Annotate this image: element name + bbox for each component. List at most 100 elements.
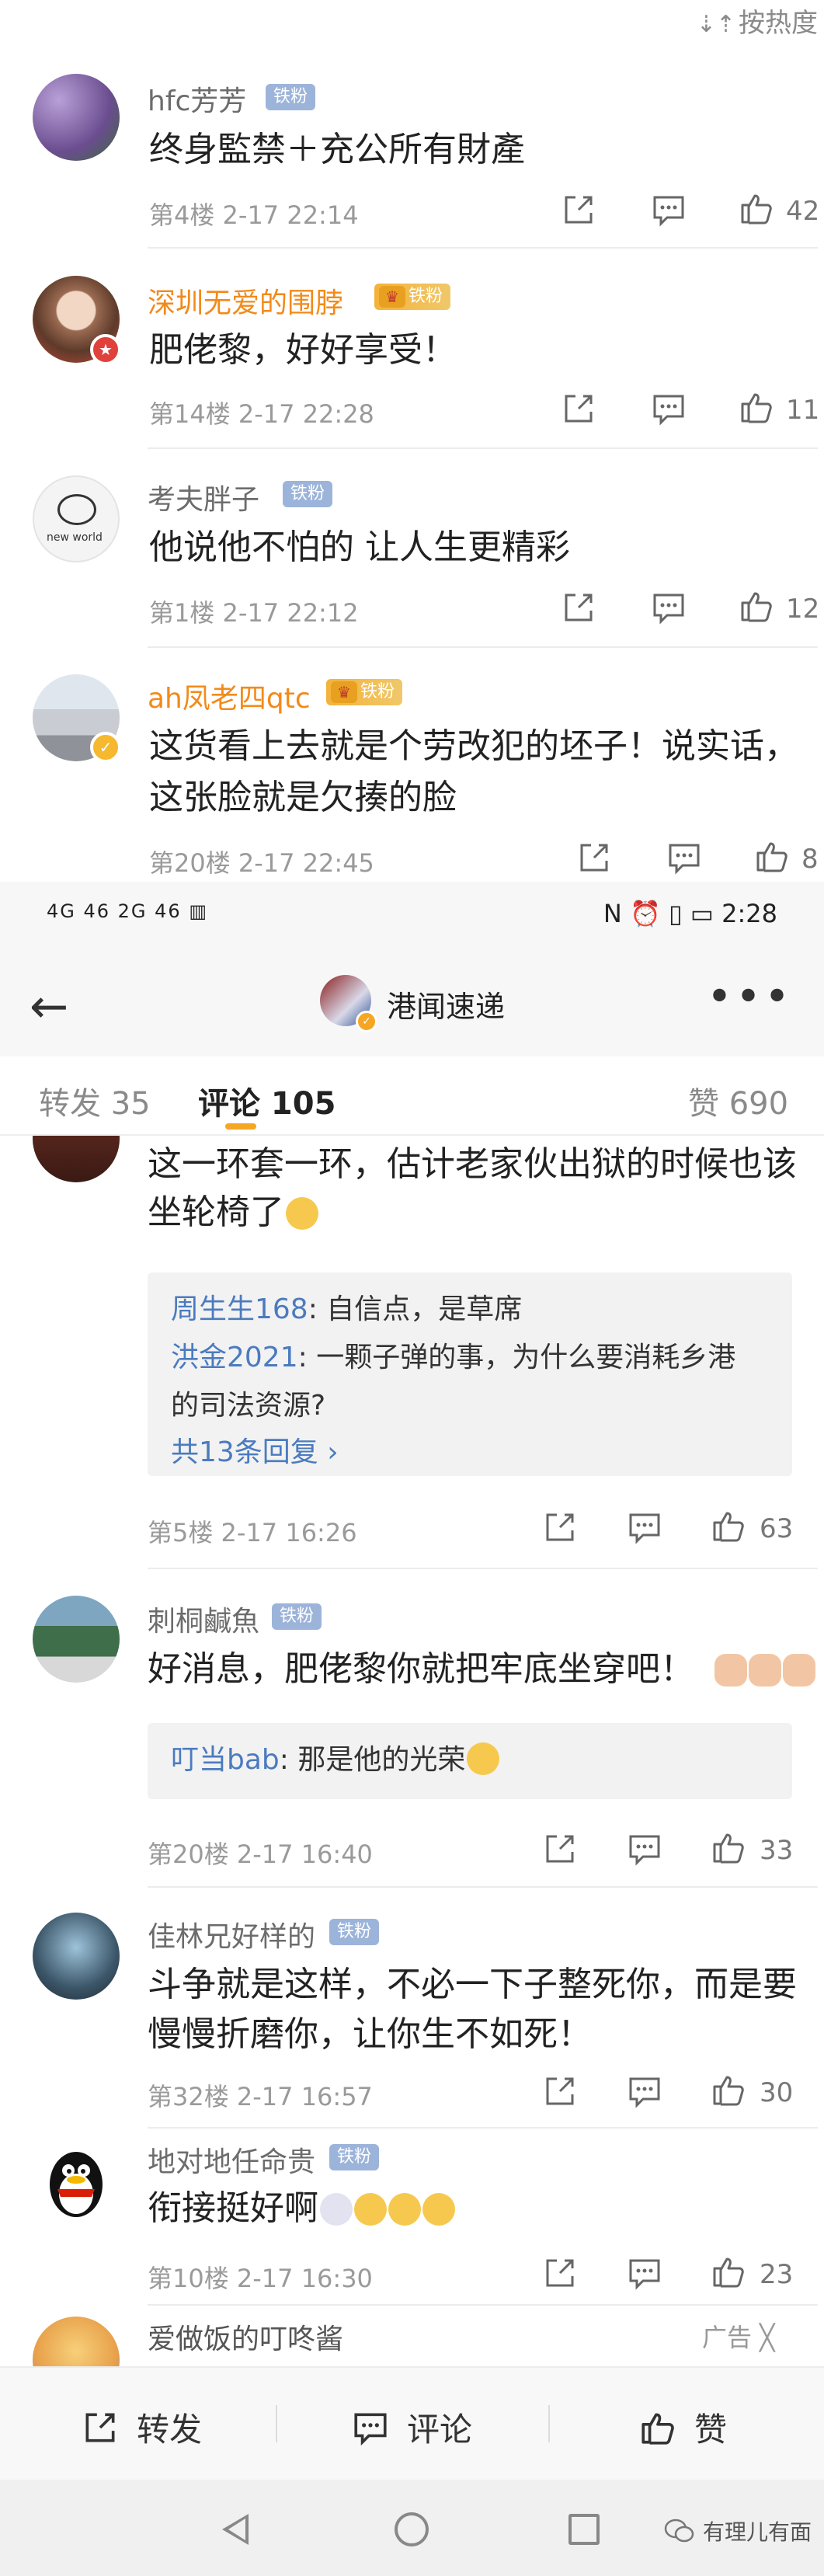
avatar[interactable] xyxy=(33,1136,120,1182)
like-icon[interactable] xyxy=(710,1829,747,1866)
like-icon[interactable] xyxy=(738,388,775,426)
share-icon[interactable] xyxy=(541,2254,579,2292)
reply-author[interactable]: 周生生168 xyxy=(171,1293,308,1325)
comment-text-line: 坐轮椅了 xyxy=(148,1192,284,1232)
share-icon[interactable] xyxy=(541,1830,579,1868)
divider xyxy=(148,1568,818,1569)
avatar[interactable] xyxy=(33,2138,120,2225)
tab-comment[interactable]: 评论 105 xyxy=(198,1078,336,1123)
like-icon[interactable] xyxy=(710,2253,747,2290)
share-icon[interactable] xyxy=(560,390,597,427)
laughing-tears-emoji-icon xyxy=(388,2193,421,2226)
tab-repost[interactable]: 转发 35 xyxy=(39,1078,151,1123)
fan-badge-label: 铁粉 xyxy=(409,287,443,306)
avatar[interactable] xyxy=(33,2317,120,2366)
username[interactable]: 刺桐鹹魚 xyxy=(148,1599,259,1639)
like-icon[interactable] xyxy=(753,837,791,875)
reply-icon[interactable] xyxy=(626,2254,663,2292)
clapping-emoji-icon xyxy=(749,1654,781,1687)
like-icon[interactable] xyxy=(738,190,775,227)
avatar[interactable] xyxy=(33,1913,120,2000)
comments-section-top: ⇣⇡ 按热度 hfc芳芳 铁粉 终身監禁＋充公所有財產 第4楼 2-17 22:1… xyxy=(0,0,824,882)
home-nav-icon[interactable] xyxy=(395,2512,429,2546)
like-button[interactable]: 赞 xyxy=(638,2404,727,2451)
like-count: 8 xyxy=(801,844,819,875)
reply-icon[interactable] xyxy=(666,839,703,876)
fan-badge-label: 铁粉 xyxy=(360,682,395,701)
verified-badge-icon: ★ xyxy=(90,334,121,365)
reply-line: 周生生168: 自信点，是草席 xyxy=(171,1286,522,1333)
username[interactable]: 佳林兄好样的 xyxy=(148,1914,315,1955)
reply-icon[interactable] xyxy=(626,1509,663,1546)
crown-icon: ♛ xyxy=(379,286,405,308)
username[interactable]: hfc芳芳 xyxy=(148,78,246,119)
tab-like[interactable]: 赞 690 xyxy=(688,1078,788,1123)
reply-icon[interactable] xyxy=(626,1830,663,1868)
comment-text: 衔接挺好啊 xyxy=(148,2183,455,2234)
share-icon[interactable] xyxy=(575,839,613,876)
tab-bar: 转发 35 评论 105 赞 690 xyxy=(0,1057,824,1134)
comment-text: 终身監禁＋充公所有財產 xyxy=(149,130,525,169)
like-icon xyxy=(641,2413,674,2445)
comment-button[interactable]: 评论 xyxy=(351,2404,472,2451)
more-replies-link[interactable]: 共13条回复 › xyxy=(171,1429,339,1476)
fan-badge: ♛ 铁粉 xyxy=(374,284,451,310)
comment-text: 肥佬黎，好好享受！ xyxy=(149,330,457,370)
share-icon[interactable] xyxy=(541,1509,579,1546)
share-icon[interactable] xyxy=(560,589,597,626)
repost-button[interactable]: 转发 xyxy=(81,2404,202,2451)
comment-text-line: 衔接挺好啊 xyxy=(148,2188,318,2228)
like-count: 42 xyxy=(786,196,820,227)
like-count: 12 xyxy=(786,594,820,625)
page-title[interactable]: 港闻速递 xyxy=(387,983,505,1025)
divider xyxy=(148,247,818,249)
reply-icon[interactable] xyxy=(626,2073,663,2110)
recents-nav-icon[interactable] xyxy=(568,2514,600,2545)
reply-box[interactable]: 叮当bab: 那是他的光荣 xyxy=(148,1723,792,1799)
comment-text: 好消息，肥佬黎你就把牢底坐穿吧！ xyxy=(148,1644,815,1695)
reply-author[interactable]: 洪金2021 xyxy=(171,1342,298,1373)
share-icon[interactable] xyxy=(541,2073,579,2110)
username[interactable]: 考夫胖子 xyxy=(148,477,259,517)
ad-label[interactable]: 广告 ╳ xyxy=(702,2318,774,2354)
clapping-emoji-icon xyxy=(714,1654,747,1687)
avatar[interactable] xyxy=(33,74,120,161)
avatar[interactable] xyxy=(33,1596,120,1683)
dizzy-emoji-icon xyxy=(320,2193,353,2226)
avatar[interactable]: new world xyxy=(33,475,120,562)
reply-text: : 那是他的光荣 xyxy=(279,1744,466,1776)
share-icon xyxy=(85,2413,115,2442)
wechat-icon xyxy=(664,2519,694,2543)
username[interactable]: ah凤老四qtc xyxy=(148,676,311,716)
reply-icon[interactable] xyxy=(650,589,687,626)
share-icon[interactable] xyxy=(560,191,597,228)
repost-label: 转发 xyxy=(137,2411,203,2449)
like-icon[interactable] xyxy=(710,1507,747,1544)
fan-badge: 铁粉 xyxy=(329,1919,380,1945)
like-icon[interactable] xyxy=(710,2071,747,2108)
laughing-tears-emoji-icon xyxy=(467,1742,500,1775)
reply-icon[interactable] xyxy=(650,390,687,427)
reply-line: 的司法资源? xyxy=(171,1390,326,1422)
back-nav-icon[interactable] xyxy=(222,2514,249,2545)
pig-drawing xyxy=(57,494,96,525)
username[interactable]: 爱做饭的叮咚酱 xyxy=(148,2317,343,2357)
reply-icon[interactable] xyxy=(650,191,687,228)
like-icon[interactable] xyxy=(738,587,775,625)
fan-badge: 铁粉 xyxy=(283,481,333,507)
back-arrow-icon[interactable]: ← xyxy=(30,980,68,1034)
comment-meta: 第32楼 2-17 16:57 xyxy=(148,2082,373,2111)
verified-badge-icon: ✓ xyxy=(356,1011,377,1032)
divider xyxy=(148,646,818,648)
avatar-caption: new world xyxy=(47,531,103,544)
comment-text-line: 好消息，肥佬黎你就把牢底坐穿吧！ xyxy=(148,1649,694,1689)
reply-box[interactable]: 周生生168: 自信点，是草席 洪金2021: 一颗子弹的事，为什么要消耗乡港 … xyxy=(148,1272,792,1476)
username[interactable]: 地对地任命贵 xyxy=(148,2139,315,2180)
username[interactable]: 深圳无爱的围脖 xyxy=(148,280,343,321)
fan-badge: 铁粉 xyxy=(272,1603,322,1630)
reply-author[interactable]: 叮当bab xyxy=(171,1744,280,1776)
comment-meta: 第14楼 2-17 22:28 xyxy=(149,399,374,429)
sort-by-hot-link[interactable]: ⇣⇡ 按热度 xyxy=(697,2,818,40)
bottom-action-bar: 转发 评论 赞 xyxy=(0,2366,824,2480)
more-menu-icon[interactable]: ••• xyxy=(707,972,793,1022)
